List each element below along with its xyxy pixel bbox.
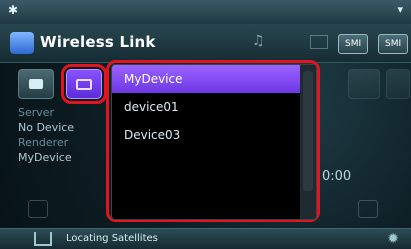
monitor-icon [76,78,92,90]
toolbar-button-3[interactable] [348,69,380,99]
device-dropdown-list: MyDevice device01 Device03 [111,64,317,220]
wireless-link-icon [10,32,34,54]
status-bar: ✱ ▾ [0,0,411,24]
list-item[interactable]: Device03 [112,121,300,149]
smi-button-1[interactable]: SMI [338,34,369,54]
navigation-status: Locating Satellites [66,233,158,244]
toolbar-button-4[interactable] [386,69,410,99]
device-select-button[interactable] [61,64,107,104]
left-arrow-button[interactable] [28,200,48,218]
device-info-panel: Server No Device Renderer MyDevice [0,104,105,224]
scroll-thumb[interactable] [303,71,313,191]
wireless-link-screen: ✱ ▾ Wireless Link ♫ SMI SMI Server No De… [0,0,411,249]
renderer-value: MyDevice [18,151,72,164]
speaker-icon [29,79,43,89]
server-label: Server [18,106,55,119]
bottom-bar: Locating Satellites ✹ [0,228,411,249]
renderer-label: Renderer [18,136,69,149]
smi-button-2[interactable]: SMI [378,34,409,54]
bluetooth-icon: ✱ [8,3,19,17]
house-icon[interactable] [34,232,52,246]
list-item[interactable]: MyDevice [112,65,300,93]
gear-icon[interactable]: ✹ [387,231,399,247]
right-arrow-button[interactable] [358,200,378,218]
list-item[interactable]: device01 [112,93,300,121]
list-scrollbar[interactable] [300,65,316,219]
title-bar: Wireless Link ♫ SMI SMI [0,24,411,63]
server-value: No Device [18,121,75,134]
square-icon[interactable] [310,35,328,49]
playback-time: 0:00 [322,169,352,184]
speaker-button[interactable] [18,69,54,99]
status-icons: ▾ [397,3,403,16]
app-title: Wireless Link [40,33,156,51]
music-note-icon: ♫ [252,33,265,49]
